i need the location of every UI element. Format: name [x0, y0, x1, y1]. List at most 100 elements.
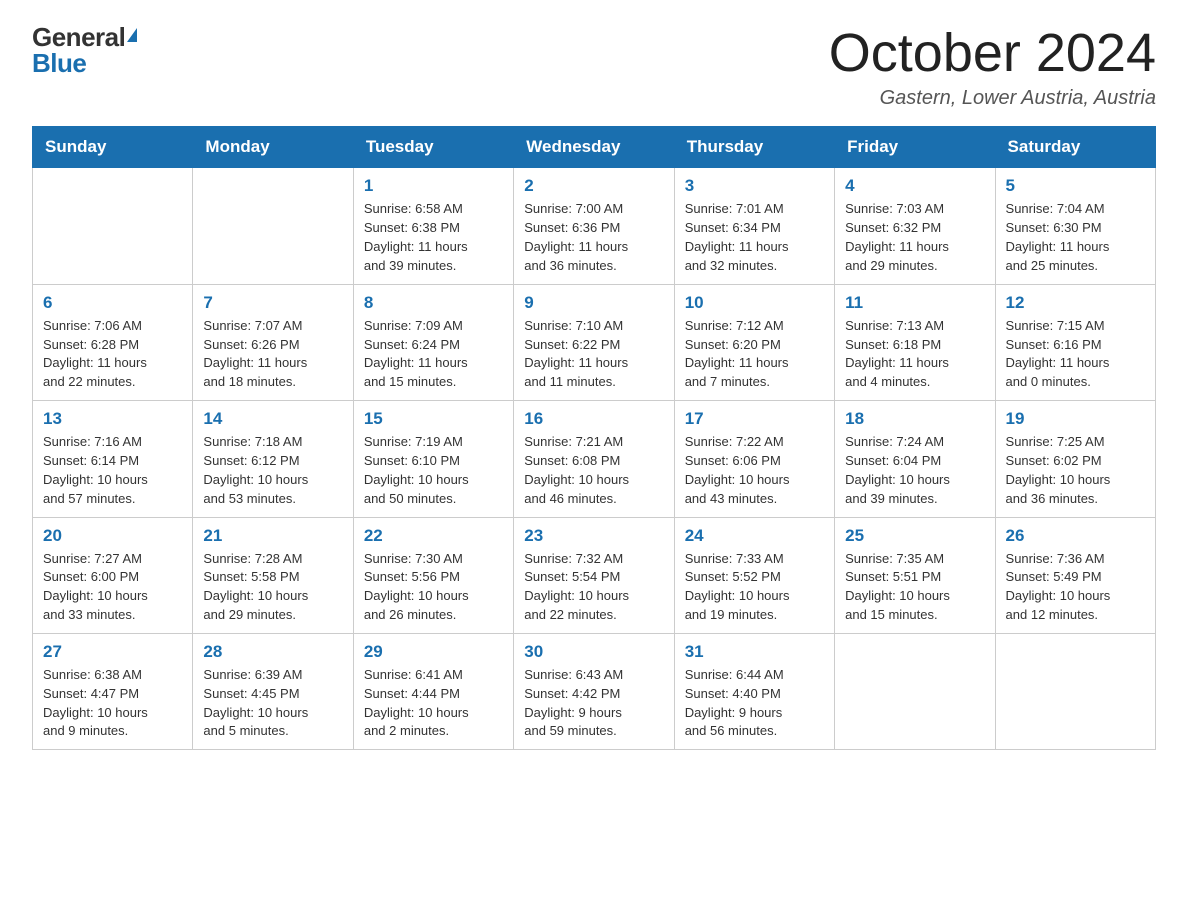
calendar-cell: 27 Sunrise: 6:38 AM Sunset: 4:47 PM Dayli… [33, 633, 193, 749]
day-info: Sunrise: 7:01 AM Sunset: 6:34 PM Dayligh… [685, 200, 824, 275]
calendar-cell [835, 633, 995, 749]
day-number: 3 [685, 176, 824, 196]
calendar-cell: 12 Sunrise: 7:15 AM Sunset: 6:16 PM Dayli… [995, 284, 1155, 400]
day-number: 4 [845, 176, 984, 196]
calendar-cell: 14 Sunrise: 7:18 AM Sunset: 6:12 PM Dayli… [193, 401, 353, 517]
calendar-cell: 29 Sunrise: 6:41 AM Sunset: 4:44 PM Dayli… [353, 633, 513, 749]
day-info: Sunrise: 7:30 AM Sunset: 5:56 PM Dayligh… [364, 550, 503, 625]
calendar-cell: 1 Sunrise: 6:58 AM Sunset: 6:38 PM Daylig… [353, 168, 513, 284]
day-number: 28 [203, 642, 342, 662]
day-info: Sunrise: 6:41 AM Sunset: 4:44 PM Dayligh… [364, 666, 503, 741]
calendar-cell: 21 Sunrise: 7:28 AM Sunset: 5:58 PM Dayli… [193, 517, 353, 633]
day-number: 27 [43, 642, 182, 662]
day-info: Sunrise: 7:13 AM Sunset: 6:18 PM Dayligh… [845, 317, 984, 392]
day-info: Sunrise: 7:25 AM Sunset: 6:02 PM Dayligh… [1006, 433, 1145, 508]
day-info: Sunrise: 6:58 AM Sunset: 6:38 PM Dayligh… [364, 200, 503, 275]
calendar-cell: 22 Sunrise: 7:30 AM Sunset: 5:56 PM Dayli… [353, 517, 513, 633]
logo: General Blue [32, 24, 137, 76]
title-block: October 2024 Gastern, Lower Austria, Aus… [829, 24, 1156, 110]
day-number: 29 [364, 642, 503, 662]
day-info: Sunrise: 6:43 AM Sunset: 4:42 PM Dayligh… [524, 666, 663, 741]
calendar-week-2: 6Sunrise: 7:06 AM Sunset: 6:28 PM Daylig… [33, 284, 1156, 400]
day-info: Sunrise: 7:00 AM Sunset: 6:36 PM Dayligh… [524, 200, 663, 275]
calendar-cell: 19 Sunrise: 7:25 AM Sunset: 6:02 PM Dayli… [995, 401, 1155, 517]
day-info: Sunrise: 7:07 AM Sunset: 6:26 PM Dayligh… [203, 317, 342, 392]
header-tuesday: Tuesday [353, 127, 513, 168]
location-title: Gastern, Lower Austria, Austria [829, 87, 1156, 110]
calendar-cell: 16Sunrise: 7:21 AM Sunset: 6:08 PM Dayli… [514, 401, 674, 517]
calendar-cell: 6Sunrise: 7:06 AM Sunset: 6:28 PM Daylig… [33, 284, 193, 400]
day-info: Sunrise: 7:16 AM Sunset: 6:14 PM Dayligh… [43, 433, 182, 508]
day-info: Sunrise: 6:39 AM Sunset: 4:45 PM Dayligh… [203, 666, 342, 741]
day-info: Sunrise: 7:32 AM Sunset: 5:54 PM Dayligh… [524, 550, 663, 625]
header-thursday: Thursday [674, 127, 834, 168]
day-info: Sunrise: 7:06 AM Sunset: 6:28 PM Dayligh… [43, 317, 182, 392]
day-info: Sunrise: 7:27 AM Sunset: 6:00 PM Dayligh… [43, 550, 182, 625]
day-info: Sunrise: 7:10 AM Sunset: 6:22 PM Dayligh… [524, 317, 663, 392]
calendar-week-1: 1 Sunrise: 6:58 AM Sunset: 6:38 PM Daylig… [33, 168, 1156, 284]
calendar-cell: 5 Sunrise: 7:04 AM Sunset: 6:30 PM Daylig… [995, 168, 1155, 284]
day-number: 5 [1006, 176, 1145, 196]
logo-general-text: General [32, 24, 125, 50]
calendar-cell: 23 Sunrise: 7:32 AM Sunset: 5:54 PM Dayli… [514, 517, 674, 633]
calendar-cell: 3 Sunrise: 7:01 AM Sunset: 6:34 PM Daylig… [674, 168, 834, 284]
day-info: Sunrise: 7:28 AM Sunset: 5:58 PM Dayligh… [203, 550, 342, 625]
calendar-header-row: SundayMondayTuesdayWednesdayThursdayFrid… [33, 127, 1156, 168]
calendar-cell: 18 Sunrise: 7:24 AM Sunset: 6:04 PM Dayli… [835, 401, 995, 517]
calendar-cell [193, 168, 353, 284]
day-number: 21 [203, 526, 342, 546]
header-friday: Friday [835, 127, 995, 168]
calendar-cell: 26 Sunrise: 7:36 AM Sunset: 5:49 PM Dayli… [995, 517, 1155, 633]
calendar-cell: 28 Sunrise: 6:39 AM Sunset: 4:45 PM Dayli… [193, 633, 353, 749]
calendar-cell: 2 Sunrise: 7:00 AM Sunset: 6:36 PM Daylig… [514, 168, 674, 284]
header-sunday: Sunday [33, 127, 193, 168]
day-number: 15 [364, 409, 503, 429]
day-info: Sunrise: 7:22 AM Sunset: 6:06 PM Dayligh… [685, 433, 824, 508]
day-number: 12 [1006, 293, 1145, 313]
calendar-cell: 31 Sunrise: 6:44 AM Sunset: 4:40 PM Dayli… [674, 633, 834, 749]
calendar-cell [33, 168, 193, 284]
day-number: 23 [524, 526, 663, 546]
calendar-cell: 4 Sunrise: 7:03 AM Sunset: 6:32 PM Daylig… [835, 168, 995, 284]
calendar-week-5: 27 Sunrise: 6:38 AM Sunset: 4:47 PM Dayli… [33, 633, 1156, 749]
day-number: 11 [845, 293, 984, 313]
calendar-week-3: 13 Sunrise: 7:16 AM Sunset: 6:14 PM Dayli… [33, 401, 1156, 517]
day-info: Sunrise: 7:24 AM Sunset: 6:04 PM Dayligh… [845, 433, 984, 508]
day-info: Sunrise: 7:04 AM Sunset: 6:30 PM Dayligh… [1006, 200, 1145, 275]
day-number: 9 [524, 293, 663, 313]
calendar-cell: 9 Sunrise: 7:10 AM Sunset: 6:22 PM Daylig… [514, 284, 674, 400]
day-number: 18 [845, 409, 984, 429]
calendar-cell: 8Sunrise: 7:09 AM Sunset: 6:24 PM Daylig… [353, 284, 513, 400]
day-info: Sunrise: 7:18 AM Sunset: 6:12 PM Dayligh… [203, 433, 342, 508]
day-number: 31 [685, 642, 824, 662]
day-info: Sunrise: 7:12 AM Sunset: 6:20 PM Dayligh… [685, 317, 824, 392]
day-number: 22 [364, 526, 503, 546]
day-info: Sunrise: 7:03 AM Sunset: 6:32 PM Dayligh… [845, 200, 984, 275]
day-number: 2 [524, 176, 663, 196]
calendar-cell: 24Sunrise: 7:33 AM Sunset: 5:52 PM Dayli… [674, 517, 834, 633]
day-number: 7 [203, 293, 342, 313]
day-number: 8 [364, 293, 503, 313]
day-number: 1 [364, 176, 503, 196]
calendar-cell: 30Sunrise: 6:43 AM Sunset: 4:42 PM Dayli… [514, 633, 674, 749]
calendar-week-4: 20Sunrise: 7:27 AM Sunset: 6:00 PM Dayli… [33, 517, 1156, 633]
calendar-cell: 7 Sunrise: 7:07 AM Sunset: 6:26 PM Daylig… [193, 284, 353, 400]
logo-blue-text: Blue [32, 50, 86, 76]
day-number: 10 [685, 293, 824, 313]
day-number: 26 [1006, 526, 1145, 546]
calendar-table: SundayMondayTuesdayWednesdayThursdayFrid… [32, 126, 1156, 750]
day-info: Sunrise: 6:44 AM Sunset: 4:40 PM Dayligh… [685, 666, 824, 741]
calendar-cell: 25Sunrise: 7:35 AM Sunset: 5:51 PM Dayli… [835, 517, 995, 633]
day-number: 14 [203, 409, 342, 429]
calendar-cell: 10 Sunrise: 7:12 AM Sunset: 6:20 PM Dayli… [674, 284, 834, 400]
header-monday: Monday [193, 127, 353, 168]
day-number: 13 [43, 409, 182, 429]
day-info: Sunrise: 7:35 AM Sunset: 5:51 PM Dayligh… [845, 550, 984, 625]
day-info: Sunrise: 7:36 AM Sunset: 5:49 PM Dayligh… [1006, 550, 1145, 625]
calendar-cell: 15Sunrise: 7:19 AM Sunset: 6:10 PM Dayli… [353, 401, 513, 517]
day-number: 17 [685, 409, 824, 429]
day-info: Sunrise: 6:38 AM Sunset: 4:47 PM Dayligh… [43, 666, 182, 741]
day-info: Sunrise: 7:15 AM Sunset: 6:16 PM Dayligh… [1006, 317, 1145, 392]
day-number: 19 [1006, 409, 1145, 429]
header-saturday: Saturday [995, 127, 1155, 168]
